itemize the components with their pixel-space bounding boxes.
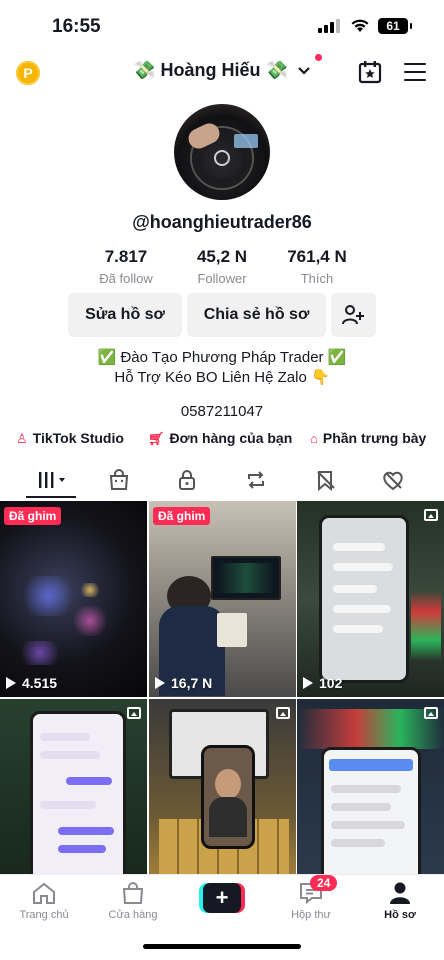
notification-dot [315, 54, 322, 61]
create-button[interactable]: + [199, 883, 245, 913]
link-label: Phần trưng bày [322, 430, 427, 446]
nav-label: Hồ sơ [384, 909, 416, 921]
link-orders[interactable]: 🛒︎ Đơn hàng của bạn [148, 430, 292, 447]
pinned-badge: Đã ghim [153, 507, 211, 525]
link-tiktok-studio[interactable]: ♙ TikTok Studio [16, 430, 124, 447]
profile-bio: ✅ Đào Tạo Phương Pháp Trader ✅ Hỗ Trợ Ké… [0, 348, 444, 388]
play-icon [303, 677, 313, 689]
tab-liked[interactable] [373, 465, 413, 495]
calendar-star-icon[interactable] [358, 60, 382, 84]
shop-bag-icon [109, 469, 129, 490]
bio-phone: 0587211047 [180, 403, 264, 420]
profile-person-icon [390, 882, 410, 904]
link-label: TikTok Studio [32, 430, 124, 446]
nav-profile[interactable]: Hồ sơ [360, 881, 440, 921]
cellular-signal-icon [318, 19, 342, 33]
stat-value: 761,4 N [287, 247, 347, 266]
view-count-value: 102 [319, 675, 343, 691]
bio-line: Hỗ Trợ Kéo BO Liên Hệ Zalo 👇 [114, 369, 330, 386]
add-user-icon [342, 305, 364, 325]
profile-display-name: 💸 Hoàng Hiếu 💸 [133, 60, 288, 80]
tab-shop[interactable] [99, 465, 139, 495]
bio-line: ✅ Đào Tạo Phương Pháp Trader ✅ [97, 349, 347, 366]
lock-icon [179, 470, 195, 490]
video-thumbnail[interactable]: 102 [297, 501, 444, 697]
cart-icon: 🛒︎ [148, 431, 165, 446]
status-bar: 16:55 61 [0, 0, 444, 52]
repost-icon [248, 471, 264, 489]
nav-shop[interactable]: Cửa hàng [93, 881, 173, 921]
link-showcase[interactable]: ⌂ Phần trưng bày [310, 430, 426, 446]
stat-label: Follower [197, 271, 247, 286]
avatar-dashboard-screen [234, 134, 258, 148]
nav-label: Cửa hàng [108, 909, 158, 921]
play-icon [6, 677, 16, 689]
stat-value: 7.817 [104, 247, 148, 266]
view-count: 102 [303, 675, 342, 691]
quick-links: ♙ TikTok Studio 🛒︎ Đơn hàng của bạn ⌂ Phần … [0, 430, 444, 448]
stat-label: Đã follow [99, 271, 153, 286]
home-indicator [143, 944, 301, 949]
showcase-icon: ⌂ [310, 431, 318, 446]
tab-reposts[interactable] [236, 465, 276, 495]
stat-followers[interactable]: 45,2 N Follower [172, 247, 272, 286]
shop-bag-icon [122, 882, 144, 904]
liked-icon [383, 471, 403, 491]
stat-likes[interactable]: 761,4 N Thích [267, 247, 367, 286]
tab-saved[interactable] [306, 465, 346, 495]
wifi-icon [351, 19, 369, 32]
add-friend-button[interactable] [331, 293, 376, 337]
nav-label: Hộp thư [291, 909, 331, 921]
photo-icon [424, 509, 438, 521]
video-thumbnail[interactable] [149, 699, 296, 895]
hamburger-menu-icon[interactable] [404, 63, 426, 81]
stat-label: Thích [300, 271, 334, 286]
view-count-value: 16,7 N [171, 675, 213, 691]
edit-profile-button[interactable]: Sửa hồ sơ [68, 293, 182, 337]
tab-videos[interactable] [28, 465, 74, 495]
videos-grid-icon [39, 472, 65, 488]
pinned-badge: Đã ghim [4, 507, 62, 525]
studio-icon: ♙ [16, 431, 28, 446]
active-tab-indicator [26, 496, 76, 498]
battery-icon: 61 [378, 18, 412, 34]
link-label: Đơn hàng của bạn [169, 430, 293, 446]
photo-icon [127, 707, 141, 719]
nav-label: Trang chủ [19, 909, 69, 921]
avatar-car-logo [214, 150, 230, 166]
chevron-down-icon [298, 67, 310, 75]
avatar[interactable] [174, 104, 270, 200]
tab-private[interactable] [167, 465, 207, 495]
video-thumbnail[interactable] [297, 699, 444, 895]
video-thumbnail[interactable] [0, 699, 147, 895]
status-time: 16:55 [52, 16, 101, 37]
video-thumbnail[interactable]: Đã ghim 16,7 N [149, 501, 296, 697]
play-icon [155, 677, 165, 689]
photo-icon [276, 707, 290, 719]
nav-home[interactable]: Trang chủ [4, 881, 84, 921]
view-count-value: 4.515 [22, 675, 58, 691]
view-count: 4.515 [6, 675, 57, 691]
photo-icon [424, 707, 438, 719]
home-icon [33, 882, 55, 904]
stat-following[interactable]: 7.817 Đã follow [76, 247, 176, 286]
share-profile-button[interactable]: Chia sẻ hồ sơ [187, 293, 326, 337]
video-thumbnail[interactable]: Đã ghim 4.515 [0, 501, 147, 697]
inbox-badge: 24 [310, 875, 338, 891]
username: @hoanghieutrader86 [132, 212, 312, 232]
plus-icon: + [203, 883, 241, 913]
stat-value: 45,2 N [196, 247, 248, 266]
saved-icon [317, 471, 335, 492]
view-count: 16,7 N [155, 675, 212, 691]
